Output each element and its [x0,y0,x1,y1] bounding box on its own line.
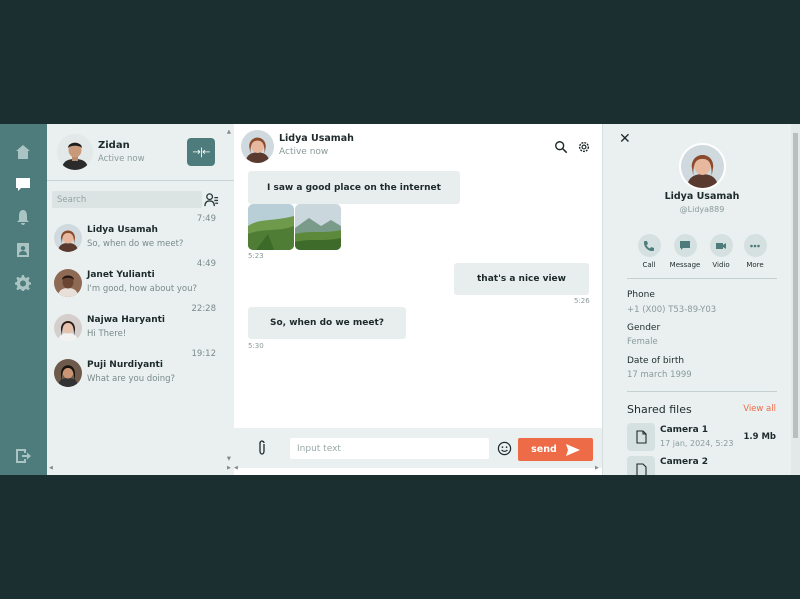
video-icon [716,242,726,249]
more-label: More [746,261,764,269]
send-icon [565,443,580,456]
contact-item[interactable]: Najwa Haryanti Hi There! 22:28 [47,304,227,351]
contacts-panel: Zidan Active now →|← Lidya Usamah So, wh… [47,124,234,475]
contact-last-message: What are you doing? [87,374,176,384]
collapse-button[interactable]: →|← [187,138,215,166]
profile-panel: ✕ Lidya Usamah @Lidya889 Call Message Vi… [602,124,800,475]
message-icon [680,240,690,250]
search-input[interactable] [52,191,202,208]
message-composer: send [234,428,602,468]
phone-value: +1 (X00) T53-89-Y03 [627,305,717,315]
file-icon [627,456,655,475]
send-label: send [531,444,557,455]
paperclip-icon[interactable] [255,440,269,456]
chat-app-window: Zidan Active now →|← Lidya Usamah So, wh… [0,124,800,475]
avatar [679,143,726,190]
contact-name: Lidya Usamah [87,225,158,235]
profile-handle: @Lidya889 [679,205,725,214]
gear-icon[interactable] [577,140,591,154]
contacts-icon[interactable] [14,241,32,259]
chat-panel: Lidya Usamah Active now I saw a good pla… [227,124,602,475]
contact-item[interactable]: Puji Nurdiyanti What are you doing? 19:1… [47,349,227,396]
dob-label: Date of birth [627,356,685,366]
call-button[interactable]: Call [631,234,667,269]
avatar [54,269,82,297]
contact-item[interactable]: Lidya Usamah So, when do we meet? 7:49 [47,214,227,261]
avatar [57,134,93,170]
avatar [241,130,274,163]
message-time: 5:23 [248,252,264,260]
bell-icon[interactable] [14,208,32,226]
message-time: 5:30 [248,342,264,350]
close-icon[interactable]: ✕ [619,131,631,147]
contact-last-message: So, when do we meet? [87,239,184,249]
contact-name: Puji Nurdiyanti [87,360,163,370]
dob-value: 17 march 1999 [627,370,692,380]
add-contact-icon[interactable] [204,192,219,207]
emoji-icon[interactable] [497,441,512,456]
more-button[interactable]: More [737,234,773,269]
avatar [54,314,82,342]
message-bubble-incoming: I saw a good place on the internet [248,171,460,204]
more-icon [750,244,760,247]
profile-name: Lidya Usamah [664,191,740,202]
shared-photo[interactable] [295,204,341,250]
message-time: 5:26 [574,297,590,305]
nav-rail [0,124,47,475]
avatar [54,359,82,387]
scrollbar-thumb[interactable] [793,133,798,438]
gender-label: Gender [627,323,661,333]
contact-last-message: I'm good, how about you? [87,284,198,294]
scroll-right-arrow[interactable]: ▶ [227,465,231,471]
phone-icon [644,240,654,251]
phone-label: Phone [627,290,655,300]
contact-time: 4:49 [196,259,216,269]
send-button[interactable]: send [518,438,593,461]
scroll-up-arrow[interactable]: ▲ [227,129,231,135]
message-bubble-incoming: So, when do we meet? [248,307,406,339]
scroll-left-arrow[interactable]: ◀ [49,465,53,471]
chat-contact-status: Active now [279,147,329,157]
scroll-right-arrow[interactable]: ▶ [595,465,599,471]
home-icon[interactable] [14,143,32,161]
search-icon[interactable] [554,140,568,154]
divider [627,278,777,279]
chat-icon[interactable] [14,175,32,193]
user-status: Active now [98,154,145,164]
user-name: Zidan [98,140,130,151]
chat-contact-name: Lidya Usamah [279,133,354,144]
collapse-icon: →|← [192,146,210,158]
contact-time: 22:28 [191,304,217,314]
contact-name: Najwa Haryanti [87,315,165,325]
contact-time: 7:49 [196,214,216,224]
gender-value: Female [627,337,658,347]
file-size: 1.9 Mb [743,432,776,442]
current-user-header: Zidan Active now →|← [47,124,234,181]
scrollbar[interactable] [791,124,800,475]
shared-photo[interactable] [248,204,294,250]
shared-files-title: Shared files [627,403,692,416]
video-button[interactable]: Vidio [703,234,739,269]
view-all-link[interactable]: View all [743,404,776,414]
file-icon [627,423,655,451]
scroll-left-arrow[interactable]: ◀ [234,465,238,471]
divider [627,391,777,392]
avatar [54,224,82,252]
video-label: Vidio [712,261,730,269]
contact-item[interactable]: Janet Yulianti I'm good, how about you? … [47,259,227,306]
file-date: 17 jan, 2024, 5:23 [660,439,734,448]
file-name[interactable]: Camera 1 [660,425,708,435]
logout-icon[interactable] [14,447,32,465]
call-label: Call [642,261,656,269]
scroll-down-arrow[interactable]: ▼ [227,456,231,462]
message-label: Message [669,261,701,269]
message-bubble-outgoing: that's a nice view [454,263,589,295]
gear-icon[interactable] [14,274,32,292]
contact-name: Janet Yulianti [87,270,155,280]
contact-time: 19:12 [191,349,217,359]
file-name[interactable]: Camera 2 [660,457,708,467]
contact-last-message: Hi There! [87,329,127,339]
message-input[interactable] [290,438,489,459]
message-button[interactable]: Message [667,234,703,269]
